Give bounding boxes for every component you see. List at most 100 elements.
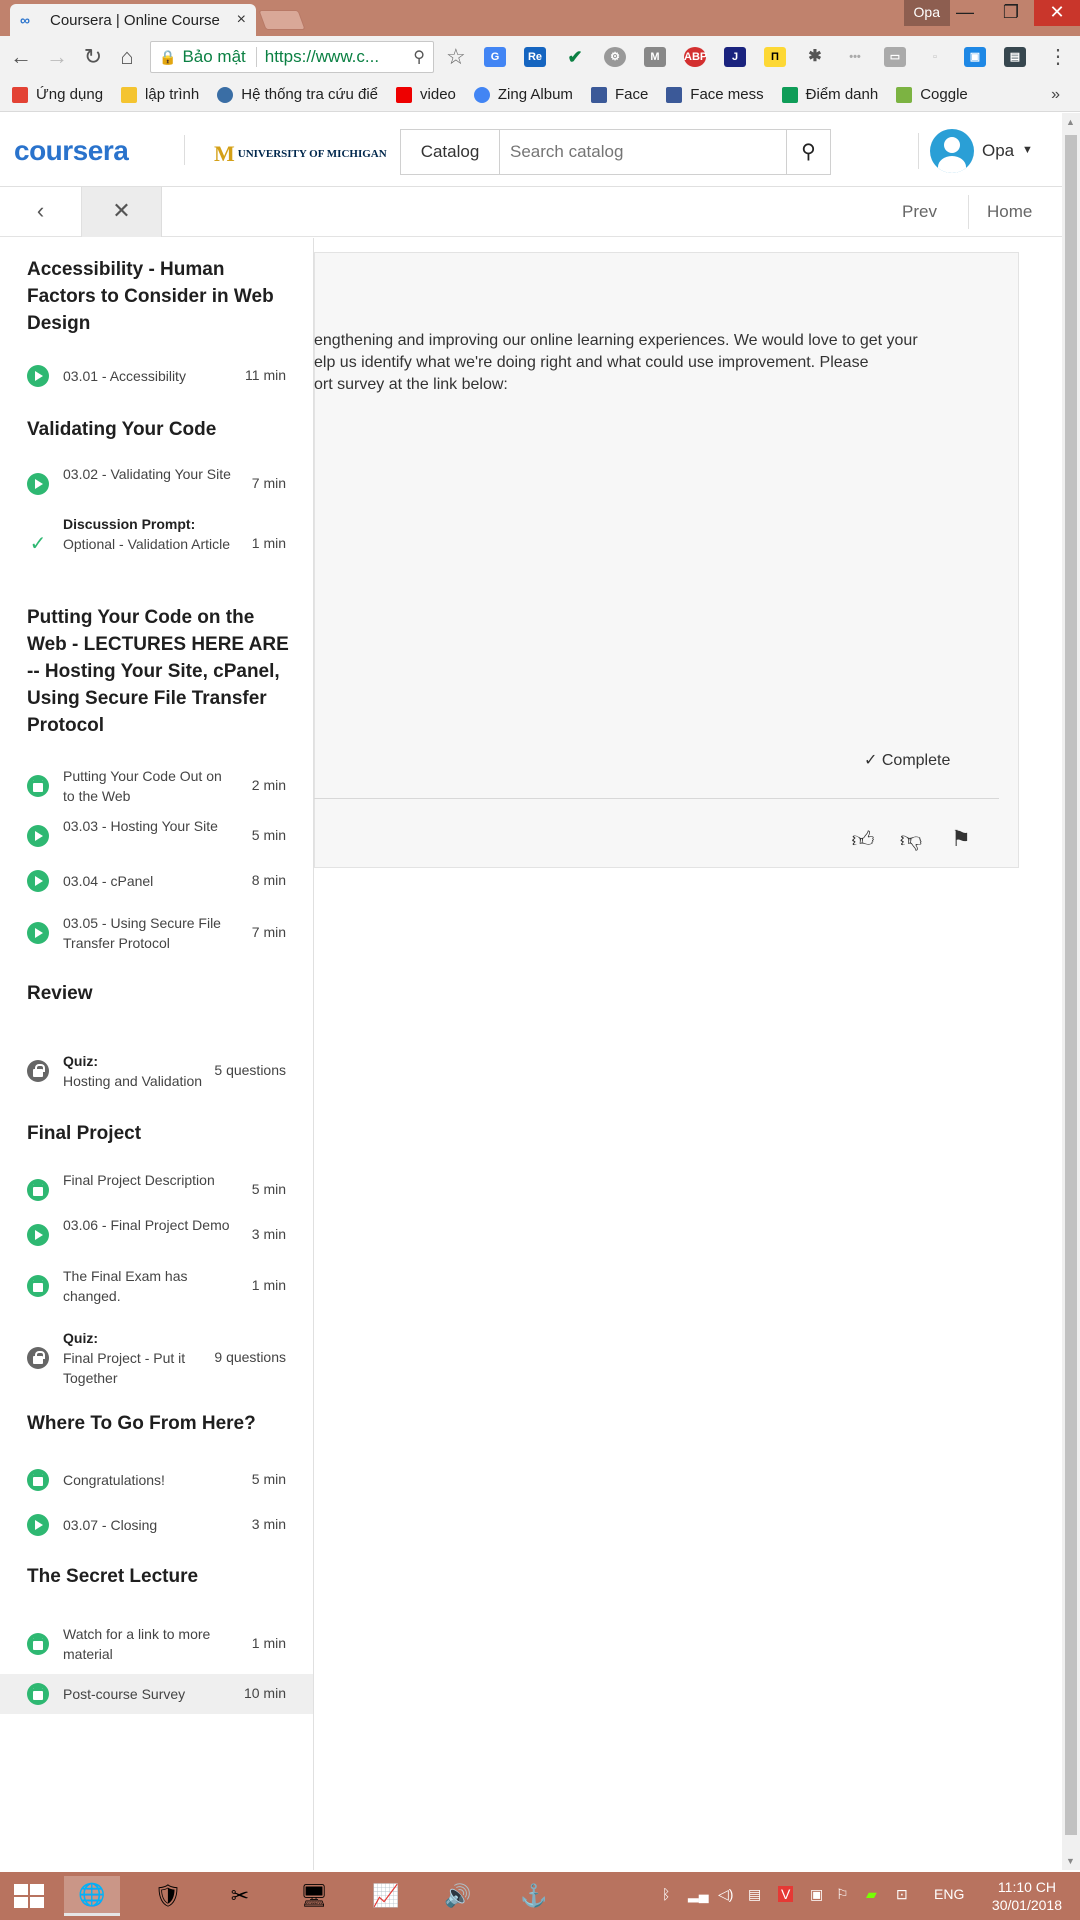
screen-extension-icon[interactable]: ▭ [884, 47, 906, 67]
chevron-down-icon[interactable]: ▼ [1022, 144, 1033, 156]
page-scrollbar[interactable]: ▲ ▼ [1062, 113, 1080, 1870]
re-extension-icon[interactable]: Re [524, 47, 546, 67]
browser-menu-icon[interactable]: ⋮ [1048, 44, 1068, 69]
bookmark-item[interactable]: Face mess [666, 86, 764, 103]
shield-taskbar-icon[interactable]: 🛡 [140, 1876, 196, 1916]
scissors-taskbar-icon[interactable]: ✂ [212, 1876, 268, 1916]
scroll-down-icon[interactable]: ▼ [1066, 1856, 1075, 1866]
scrollbar-thumb[interactable] [1065, 135, 1077, 1835]
browser-tab[interactable]: ∞ Coursera | Online Course × [10, 4, 256, 36]
home-icon[interactable]: ⌂ [114, 44, 140, 70]
thumbs-up-icon[interactable]: 👍︎ [848, 826, 878, 852]
dots-extension-icon[interactable]: ••• [844, 47, 866, 67]
sidebar-lesson-item[interactable]: Quiz: Hosting and Validation 5 questions [0, 1036, 313, 1106]
collapse-chevron-left-icon[interactable]: ‹ [0, 187, 82, 237]
lesson-label: 03.05 - Using Secure File Transfer Proto… [63, 915, 221, 951]
window-extension-icon[interactable]: ▣ [964, 47, 986, 67]
settings-extension-icon[interactable]: ⚙ [604, 47, 626, 67]
sidebar-lesson-item[interactable]: 03.03 - Hosting Your Site 5 min [0, 816, 313, 856]
tray-flag-icon[interactable]: ⚐ [836, 1886, 849, 1903]
bookmarks-more-button[interactable]: » [1051, 86, 1060, 104]
game-taskbar-icon[interactable]: ⚓ [506, 1876, 562, 1916]
mail-extension-icon[interactable]: M [644, 47, 666, 67]
lesson-title: 03.05 - Using Secure File Transfer Proto… [63, 913, 233, 953]
tab-close-icon[interactable]: × [237, 11, 246, 29]
minimize-icon[interactable]: — [942, 0, 988, 26]
network-icon[interactable]: ▂▄ [688, 1886, 709, 1903]
sidebar-lesson-item[interactable]: Post-course Survey 10 min [0, 1674, 313, 1714]
bluetooth-icon[interactable]: ᛒ [662, 1886, 670, 1902]
sidebar-lesson-item[interactable]: Congratulations! 5 min [0, 1460, 313, 1500]
lesson-duration: 11 min [245, 367, 286, 383]
thumbs-down-icon[interactable]: 👎︎ [896, 826, 926, 852]
bookmark-item[interactable]: lập trình [121, 86, 199, 103]
search-icon[interactable]: ⚲ [786, 129, 831, 175]
nvidia-icon[interactable]: ▰ [866, 1886, 877, 1903]
catalog-button[interactable]: Catalog [400, 129, 500, 175]
speaker-taskbar-icon[interactable]: 🔊 [430, 1876, 486, 1916]
sidebar-lesson-item[interactable]: 03.07 - Closing 3 min [0, 1505, 313, 1545]
reload-icon[interactable]: ↻ [80, 44, 106, 70]
taskbar-clock[interactable]: 11:10 CH 30/01/2018 [992, 1878, 1062, 1914]
coursera-logo[interactable]: coursera [14, 135, 129, 167]
bookmark-item[interactable]: Zing Album [473, 86, 573, 103]
new-tab-button[interactable] [258, 10, 306, 30]
search-input[interactable] [499, 129, 787, 175]
language-indicator[interactable]: ENG [934, 1886, 964, 1902]
bookmark-item[interactable]: Hệ thống tra cứu điể [217, 86, 378, 103]
monitor-extension-icon[interactable]: ▤ [1004, 47, 1026, 67]
scroll-up-icon[interactable]: ▲ [1066, 117, 1075, 127]
sidebar-lesson-item[interactable]: 03.04 - cPanel 8 min [0, 861, 313, 901]
computer-taskbar-icon[interactable]: 🖥 [286, 1876, 342, 1916]
site-icon [217, 86, 234, 103]
home-link[interactable]: Home [987, 202, 1032, 222]
n-extension-icon[interactable]: Π [764, 47, 786, 67]
username[interactable]: Opa [982, 141, 1014, 161]
bookmark-item[interactable]: Face [590, 86, 648, 103]
flag-icon[interactable]: ⚑ [946, 826, 976, 852]
bookmark-item[interactable]: Coggle [896, 86, 968, 103]
zoom-icon[interactable]: ⚲ [413, 47, 425, 67]
bookmark-star-icon[interactable]: ☆ [446, 44, 466, 70]
windows-start-icon[interactable] [14, 1884, 46, 1908]
bookmark-item[interactable]: Điểm danh [781, 86, 878, 103]
small-extension-icon[interactable]: ▫ [924, 47, 946, 67]
sidebar-lesson-item[interactable]: Putting Your Code Out on to the Web 2 min [0, 758, 313, 814]
check-extension-icon[interactable]: ✔ [564, 47, 586, 67]
forward-arrow-icon[interactable]: → [44, 44, 70, 70]
course-sidebar: Accessibility - Human Factors to Conside… [0, 238, 314, 1870]
address-bar[interactable]: 🔒 Bảo mật https://www.c... ⚲ [150, 41, 434, 73]
university-logo[interactable]: M UNIVERSITY OF MICHIGAN [214, 141, 387, 167]
sidebar-lesson-item[interactable]: 03.01 - Accessibility 11 min [0, 356, 313, 396]
translate-extension-icon[interactable]: G [484, 47, 506, 67]
tray-window-icon[interactable]: ▣ [810, 1886, 823, 1903]
sidebar-lesson-item[interactable]: Quiz: Final Project - Put it Together 9 qu… [0, 1323, 313, 1393]
sidebar-lesson-item[interactable]: The Final Exam has changed. 1 min [0, 1258, 313, 1314]
window-close-icon[interactable]: ✕ [1034, 0, 1080, 26]
volume-icon[interactable]: ◁) [718, 1886, 733, 1903]
chart-taskbar-icon[interactable]: 📈 [358, 1876, 414, 1916]
back-arrow-icon[interactable]: ← [8, 44, 34, 70]
chrome-taskbar-icon[interactable]: 🌐 [64, 1876, 120, 1916]
adblock-extension-icon[interactable]: ABP [684, 47, 707, 67]
sidebar-lesson-item[interactable]: Watch for a link to more material 1 min [0, 1616, 313, 1672]
close-icon[interactable]: ✕ [82, 187, 162, 237]
tray-app-icon[interactable]: ▤ [748, 1886, 761, 1903]
sidebar-lesson-item[interactable]: 03.05 - Using Secure File Transfer Proto… [0, 904, 313, 962]
survey-description: engthening and improving our online lear… [314, 332, 918, 393]
sidebar-lesson-item[interactable]: ✓ Discussion Prompt: Optional - Validation… [0, 508, 313, 580]
section-title: The Secret Lecture [27, 1566, 199, 1587]
maximize-icon[interactable]: ❐ [988, 0, 1034, 26]
j-extension-icon[interactable]: J [724, 47, 746, 67]
tray-misc-icon[interactable]: ⊡ [896, 1886, 908, 1903]
v-tray-icon[interactable]: V [778, 1886, 794, 1902]
prev-link[interactable]: Prev [902, 202, 937, 222]
sidebar-lesson-item[interactable]: 03.02 - Validating Your Site 7 min [0, 464, 313, 504]
sidebar-lesson-item[interactable]: 03.06 - Final Project Demo 3 min [0, 1215, 313, 1255]
lesson-label: Post-course Survey [63, 1686, 186, 1702]
bookmark-item[interactable]: video [396, 86, 456, 103]
avatar[interactable] [930, 129, 974, 173]
spider-extension-icon[interactable]: ✱ [804, 47, 826, 67]
sidebar-lesson-item[interactable]: Final Project Description 5 min [0, 1170, 313, 1210]
bookmark-item[interactable]: Ứng dụng [12, 86, 103, 103]
